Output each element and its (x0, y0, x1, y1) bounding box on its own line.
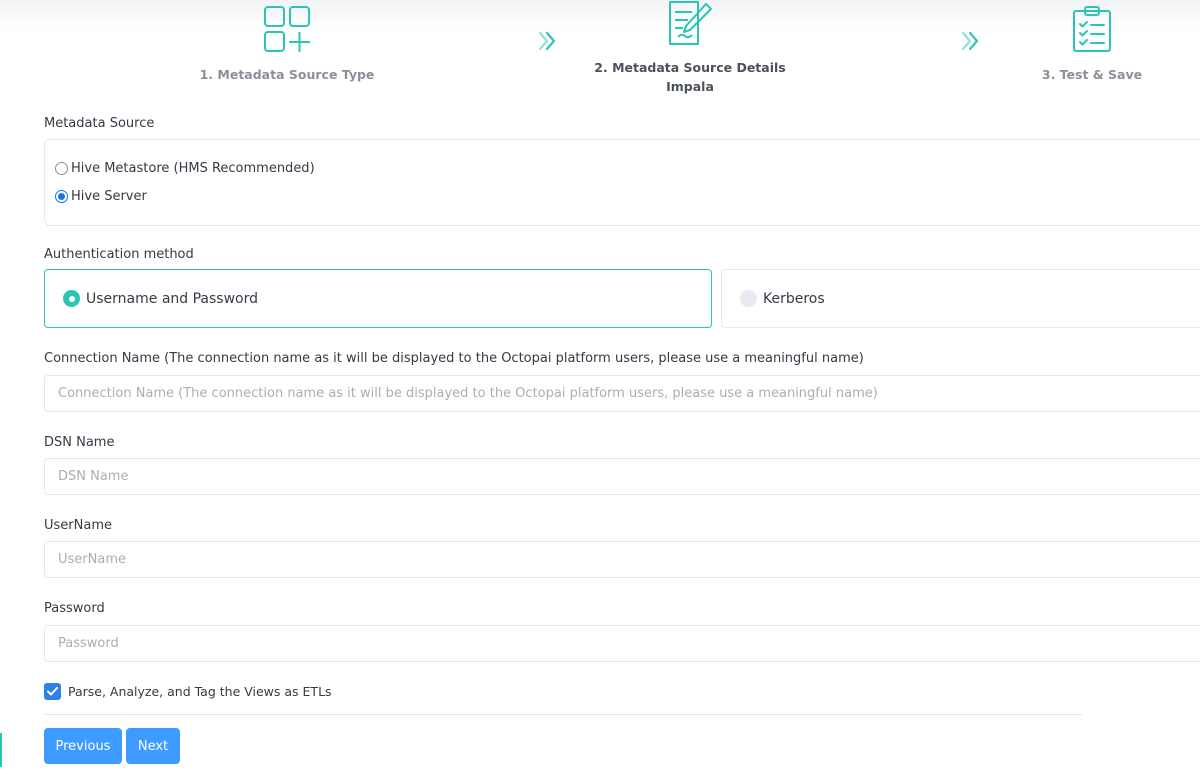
radio-button[interactable] (55, 162, 68, 175)
connection-name-input[interactable] (44, 375, 1200, 412)
previous-button[interactable]: Previous (44, 728, 122, 764)
connection-name-label: Connection Name (The connection name as … (44, 351, 864, 366)
password-input[interactable] (44, 625, 1200, 662)
dsn-name-label: DSN Name (44, 435, 115, 450)
parse-views-checkbox-row[interactable]: Parse, Analyze, and Tag the Views as ETL… (44, 683, 332, 700)
auth-option-username-password[interactable]: Username and Password (44, 269, 712, 328)
step-sublabel: Impala (666, 79, 714, 94)
step-metadata-source-details: 2. Metadata Source Details Impala (570, 0, 810, 96)
username-input[interactable] (44, 541, 1200, 578)
edit-document-icon (669, 1, 712, 45)
step-label: 2. Metadata Source Details (594, 60, 786, 75)
next-button[interactable]: Next (126, 728, 180, 764)
grid-plus-icon (264, 6, 310, 52)
step-label: 1. Metadata Source Type (199, 67, 375, 82)
chevron-right-icon (538, 31, 556, 51)
selected-radio-icon (63, 290, 80, 307)
parse-views-checkbox[interactable] (44, 683, 61, 700)
username-label: UserName (44, 518, 112, 533)
chevron-right-icon (961, 31, 979, 51)
auth-option-label: Kerberos (763, 290, 825, 307)
edge-accent-tab (0, 733, 2, 767)
step-metadata-source-type: 1. Metadata Source Type (170, 5, 404, 84)
radio-label: Hive Metastore (HMS Recommended) (71, 161, 315, 176)
metadata-source-group: Hive Metastore (HMS Recommended) Hive Se… (44, 139, 1200, 226)
checkmark-icon (47, 687, 58, 696)
password-label: Password (44, 601, 105, 616)
parse-views-label: Parse, Analyze, and Tag the Views as ETL… (68, 684, 332, 699)
radio-hive-metastore[interactable]: Hive Metastore (HMS Recommended) (55, 161, 315, 176)
authentication-method-label: Authentication method (44, 247, 194, 262)
auth-option-kerberos[interactable]: Kerberos (721, 269, 1200, 328)
metadata-source-label: Metadata Source (44, 116, 155, 131)
auth-option-label: Username and Password (86, 290, 258, 307)
radio-hive-server[interactable]: Hive Server (55, 189, 147, 204)
dsn-name-input[interactable] (44, 458, 1200, 495)
divider (44, 714, 1082, 715)
radio-label: Hive Server (71, 189, 147, 204)
step-label: 3. Test & Save (1041, 67, 1143, 82)
clipboard-checklist-icon (1073, 6, 1111, 52)
radio-button[interactable] (55, 190, 68, 203)
unselected-radio-icon (740, 290, 757, 307)
step-test-and-save: 3. Test & Save (1000, 5, 1184, 84)
